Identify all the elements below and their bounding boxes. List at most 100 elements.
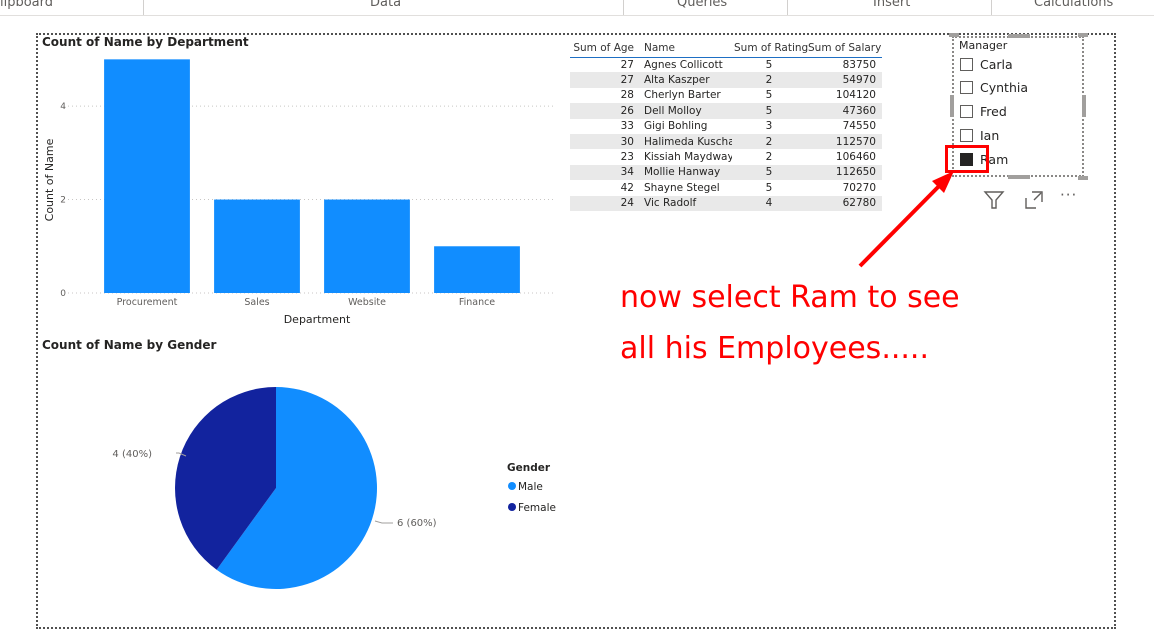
cell-sum-of-age: 24 [570, 195, 636, 211]
slicer-checkbox-carla[interactable] [960, 57, 973, 71]
cell-name: Alta Kaszper [636, 72, 732, 88]
bar-website[interactable] [324, 199, 410, 293]
slicer-checkbox-cynthia[interactable] [960, 81, 973, 95]
bar-sales[interactable] [214, 199, 300, 293]
ribbon-group-queries[interactable]: Queries [677, 0, 727, 10]
annotation-line-2: all his Employees..... [620, 331, 929, 366]
cell-sum-of-rating: 2 [732, 133, 806, 150]
cell-sum-of-rating: 2 [732, 72, 806, 88]
table-row[interactable]: 27 Agnes Collicott 5 83750 [570, 57, 882, 72]
slicer-item-ian[interactable]: Ian [960, 125, 999, 145]
cell-sum-of-rating: 5 [765, 181, 773, 194]
cell-sum-of-rating: 5 [732, 103, 806, 119]
cell-name: Kissiah Maydway [644, 151, 732, 164]
cell-sum-of-age: 33 [620, 120, 634, 133]
cell-sum-of-age: 26 [570, 103, 636, 119]
cell-name: Vic Radolf [636, 195, 732, 211]
table-row[interactable]: 26 Dell Molloy 5 47360 [570, 103, 882, 119]
cell-name: Cherlyn Barter [644, 89, 721, 102]
slicer-checkbox-ian[interactable] [960, 128, 973, 142]
ribbon-separator [991, 0, 992, 15]
bar-y-tick-label: 4 [60, 102, 66, 112]
resize-handle-left[interactable] [950, 95, 954, 117]
cell-sum-of-age: 23 [620, 151, 634, 164]
ribbon-group-clipboard[interactable]: lipboard [0, 0, 53, 10]
cell-sum-of-rating: 5 [765, 89, 773, 102]
cell-name: Dell Molloy [636, 103, 732, 119]
slicer-item-carla[interactable]: Carla [960, 54, 1013, 74]
pie-data-label-male: 6 (60%) [397, 518, 437, 529]
cell-sum-of-salary: 47360 [806, 103, 882, 119]
cell-sum-of-rating: 2 [765, 151, 773, 164]
cell-sum-of-salary: 83750 [842, 58, 876, 71]
cell-name: Agnes Collicott [644, 58, 723, 71]
table-row[interactable]: 23 Kissiah Maydway 2 106460 [570, 149, 882, 164]
table-row[interactable]: 33 Gigi Bohling 3 74550 [570, 119, 882, 134]
slicer-item-fred[interactable]: Fred [960, 102, 1007, 122]
cell-sum-of-age: 27 [620, 58, 634, 71]
bar-x-tick-label: Sales [244, 297, 269, 308]
ribbon-group-calculations[interactable]: Calculations [1034, 0, 1113, 10]
cell-sum-of-age: 28 [620, 89, 634, 102]
column-header-sum-of-age[interactable]: Sum of Age [570, 39, 636, 58]
bar-x-tick-label: Procurement [117, 297, 178, 308]
pie-chart[interactable]: 4 (40%) 6 (60%) Gender Male Female [100, 370, 570, 610]
resize-handle-bottom[interactable] [1008, 175, 1030, 179]
cell-name: Gigi Bohling [644, 120, 708, 133]
resize-handle-top[interactable] [1008, 34, 1030, 38]
annotation-arrow [858, 171, 954, 268]
resize-handle-top-left[interactable] [949, 33, 959, 37]
cell-sum-of-rating: 3 [765, 120, 773, 133]
slicer-item-label: Ian [980, 127, 1000, 143]
bar-chart-x-axis-label: Department [284, 313, 351, 326]
more-options-icon[interactable]: ··· [1060, 186, 1077, 204]
bar-procurement[interactable] [104, 59, 190, 293]
column-header-sum-of-rating[interactable]: Sum of Rating [732, 39, 808, 58]
column-header-name[interactable]: Name [636, 39, 732, 58]
slicer-item-cynthia[interactable]: Cynthia [960, 78, 1028, 98]
cell-name: Halimeda Kuscha [636, 133, 732, 150]
cell-sum-of-rating: 5 [732, 164, 806, 181]
bar-chart[interactable]: 0 2 4 Procurement Sales Website Finance Count… [38, 50, 558, 330]
slicer-item-label: Carla [980, 56, 1013, 72]
table-row[interactable]: 27 Alta Kaszper 2 54970 [570, 72, 882, 88]
pie-chart-title: Count of Name by Gender [42, 338, 217, 352]
filter-icon[interactable] [982, 188, 1006, 212]
cell-sum-of-rating: 5 [765, 58, 773, 71]
ribbon-bar: lipboard Data Queries Insert Calculation… [0, 0, 1154, 16]
table-row[interactable]: 28 Cherlyn Barter 5 104120 [570, 88, 882, 103]
table-row[interactable]: 24 Vic Radolf 4 62780 [570, 195, 882, 211]
cell-sum-of-salary: 54970 [806, 72, 882, 88]
legend-label-male[interactable]: Male [518, 481, 543, 493]
resize-handle-top-right[interactable] [1078, 33, 1088, 37]
cell-sum-of-age: 30 [570, 133, 636, 150]
bar-finance[interactable] [434, 246, 520, 293]
ribbon-group-insert[interactable]: Insert [873, 0, 910, 10]
pie-data-label-female: 4 (40%) [112, 449, 152, 460]
cell-name: Mollie Hanway [636, 164, 732, 181]
resize-handle-right[interactable] [1082, 95, 1086, 117]
bar-y-tick-label: 2 [60, 196, 66, 206]
focus-mode-icon[interactable] [1022, 188, 1046, 212]
slicer-checkbox-fred[interactable] [960, 105, 973, 119]
bar-x-tick-label: Website [348, 297, 386, 308]
slicer-title: Manager [959, 39, 1008, 52]
table-row[interactable]: 42 Shayne Stegel 5 70270 [570, 180, 882, 195]
column-header-sum-of-salary[interactable]: Sum of Salary [806, 39, 882, 58]
cell-name: Shayne Stegel [644, 181, 720, 194]
pie-legend-title: Gender [507, 462, 551, 474]
cell-sum-of-age: 42 [620, 181, 634, 194]
bar-chart-y-axis-label: Count of Name [43, 138, 56, 221]
table-row[interactable]: 30 Halimeda Kuscha 2 112570 [570, 133, 882, 150]
bar-chart-title: Count of Name by Department [42, 35, 249, 49]
employee-table[interactable]: Sum of Age Name Sum of Rating Sum of Sal… [570, 39, 882, 211]
ribbon-group-data[interactable]: Data [370, 0, 401, 10]
legend-marker-male [508, 482, 516, 490]
table-header-row: Sum of Age Name Sum of Rating Sum of Sal… [570, 39, 882, 58]
cell-sum-of-salary: 106460 [835, 151, 876, 164]
table-row[interactable]: 34 Mollie Hanway 5 112650 [570, 164, 882, 181]
annotation-line-1: now select Ram to see [620, 280, 960, 315]
legend-label-female[interactable]: Female [518, 502, 556, 514]
pie-label-leader [374, 520, 393, 524]
resize-handle-bottom-right[interactable] [1078, 176, 1088, 180]
